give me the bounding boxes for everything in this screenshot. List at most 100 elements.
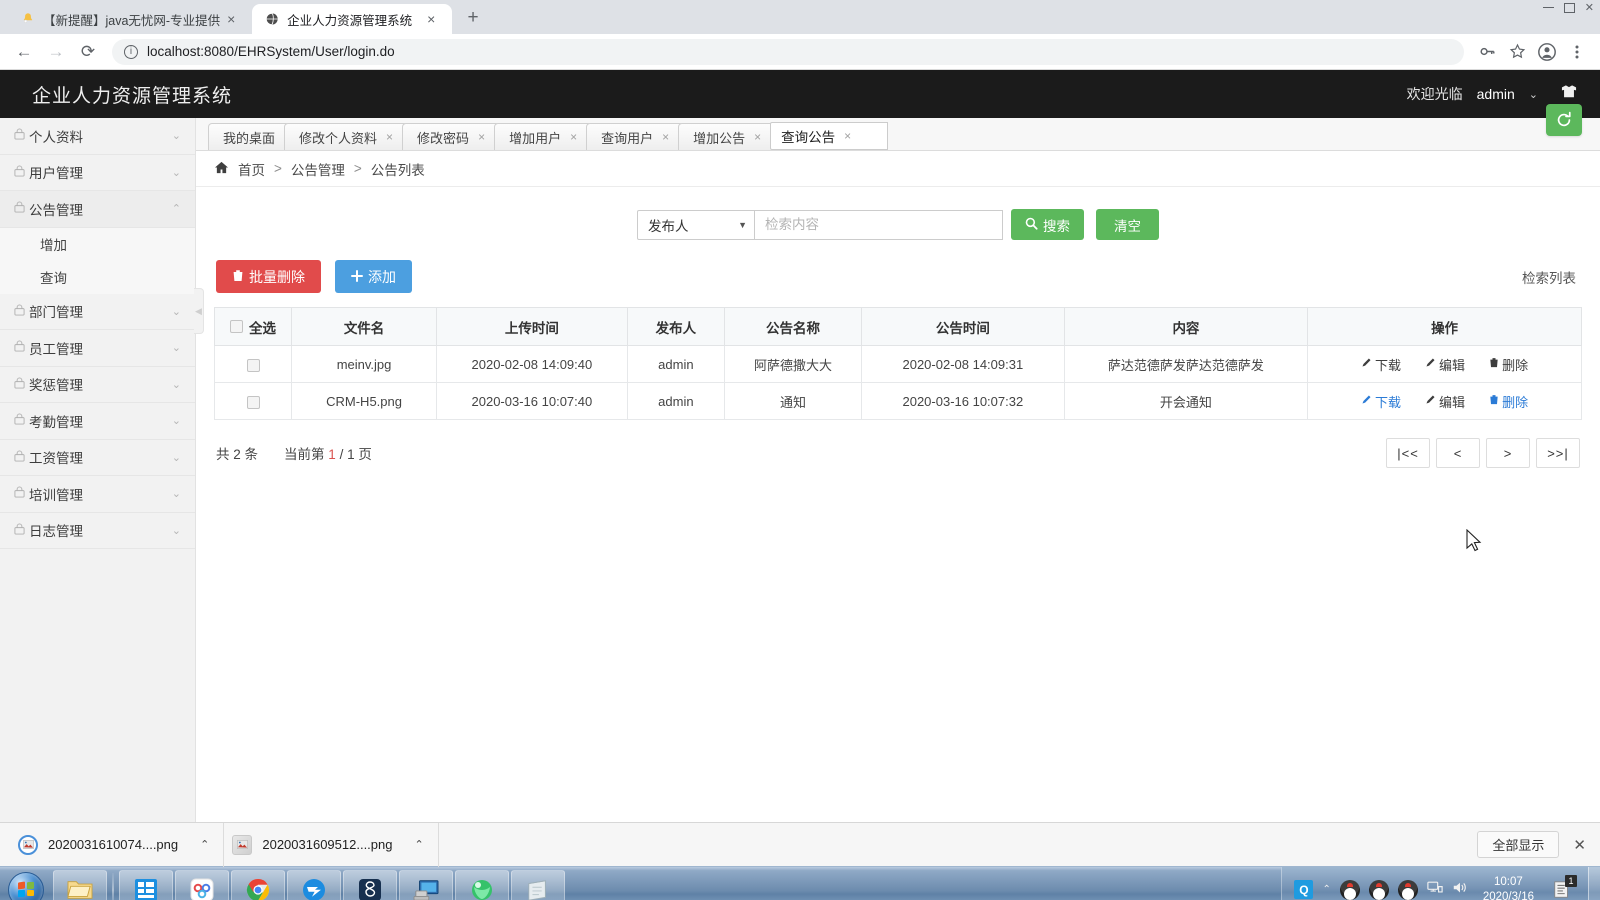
select-all-checkbox[interactable] bbox=[230, 320, 244, 333]
browser-tab-2-close-icon[interactable]: × bbox=[427, 12, 441, 26]
sidebar-item-department-management[interactable]: 部门管理 ⌄ bbox=[0, 293, 195, 330]
back-icon[interactable]: ← bbox=[10, 38, 38, 66]
last-page-button[interactable]: >>| bbox=[1536, 438, 1580, 468]
sidebar-label: 工资管理 bbox=[29, 451, 83, 467]
windows-start-icon[interactable] bbox=[0, 868, 52, 900]
download-item-1[interactable]: 2020031610074....png ⌃ bbox=[10, 822, 225, 867]
close-shelf-icon[interactable]: ✕ bbox=[1573, 836, 1590, 854]
address-bar[interactable]: i localhost:8080/EHRSystem/User/login.do bbox=[112, 38, 1464, 65]
delete-link[interactable]: 删除 bbox=[1489, 355, 1528, 374]
file-explorer-icon[interactable] bbox=[53, 869, 107, 900]
new-tab-button[interactable]: + bbox=[459, 4, 487, 32]
row-checkbox[interactable] bbox=[246, 358, 260, 372]
forward-icon[interactable]: → bbox=[42, 38, 70, 66]
notepad-icon[interactable] bbox=[511, 869, 565, 900]
chevron-up-icon[interactable]: ⌃ bbox=[200, 838, 209, 851]
site-info-icon[interactable]: i bbox=[124, 44, 138, 59]
search-field-select[interactable]: 发布人 ▼ bbox=[637, 209, 755, 240]
add-button[interactable]: 添加 bbox=[335, 260, 412, 293]
download-link[interactable]: 下载 bbox=[1361, 392, 1401, 411]
first-page-button[interactable]: |<< bbox=[1386, 438, 1430, 468]
sidebar-item-training-management[interactable]: 培训管理 ⌄ bbox=[0, 476, 195, 513]
breadcrumb-level2[interactable]: 公告管理 bbox=[291, 159, 345, 179]
action-center-icon[interactable]: 1 bbox=[1549, 874, 1577, 900]
qq-icon[interactable] bbox=[1339, 879, 1360, 900]
browser-tab-1-close-icon[interactable]: × bbox=[227, 12, 241, 26]
page-tab-strip: 我的桌面 修改个人资料 × 修改密码 × 增加用户 × 查询用户 × 增加公告 … bbox=[196, 104, 1600, 151]
profile-icon[interactable] bbox=[1534, 39, 1560, 65]
sidebar-subitem-query[interactable]: 查询 bbox=[0, 260, 195, 294]
sidebar-item-employee-management[interactable]: 员工管理 ⌄ bbox=[0, 330, 195, 367]
browser-tab-2[interactable]: 企业人力资源管理系统 × bbox=[252, 4, 453, 34]
chevron-down-icon[interactable]: ⌄ bbox=[1529, 88, 1538, 101]
reload-icon[interactable]: ⟳ bbox=[74, 38, 102, 66]
next-page-button[interactable]: > bbox=[1486, 438, 1530, 468]
chrome-icon[interactable] bbox=[231, 869, 285, 900]
network-icon[interactable] bbox=[1427, 880, 1443, 899]
browser-tab-1[interactable]: 【新提醒】java无忧网-专业提供 × bbox=[8, 4, 253, 34]
star-icon[interactable] bbox=[1504, 39, 1530, 65]
current-page-info: 当前第 1 / 1 页 bbox=[284, 443, 372, 463]
minimize-button[interactable] bbox=[1542, 6, 1554, 8]
sidebar-item-log-management[interactable]: 日志管理 ⌄ bbox=[0, 512, 195, 549]
batch-delete-button[interactable]: 批量删除 bbox=[216, 260, 321, 293]
remote-desktop-icon[interactable] bbox=[399, 869, 453, 900]
show-all-downloads-button[interactable]: 全部显示 bbox=[1477, 831, 1560, 858]
refresh-icon[interactable] bbox=[1546, 104, 1582, 136]
show-hidden-icons-chevron-icon[interactable]: ⌃ bbox=[1322, 884, 1330, 895]
edit-link[interactable]: 编辑 bbox=[1425, 355, 1465, 374]
app-blue-icon[interactable] bbox=[175, 869, 229, 900]
green-globe-icon[interactable] bbox=[455, 869, 509, 900]
delete-link[interactable]: 删除 bbox=[1489, 392, 1528, 411]
sidebar-item-attendance-management[interactable]: 考勤管理 ⌄ bbox=[0, 403, 195, 440]
action-toolbar: 批量删除 添加 检索列表 bbox=[214, 254, 1582, 307]
eight-icon[interactable] bbox=[343, 869, 397, 900]
sidebar-item-personal-info[interactable]: 个人资料 ⌄ bbox=[0, 118, 195, 155]
tab-close-icon[interactable]: × bbox=[844, 129, 851, 143]
sidebar-item-notice-management[interactable]: 公告管理 ⌃ bbox=[0, 191, 195, 228]
download-link[interactable]: 下载 bbox=[1361, 355, 1401, 374]
sidebar-item-salary-management[interactable]: 工资管理 ⌄ bbox=[0, 439, 195, 476]
chevron-up-icon[interactable]: ⌃ bbox=[415, 838, 424, 851]
breadcrumb: 首页 > 公告管理 > 公告列表 bbox=[196, 151, 1600, 187]
sidebar-item-reward-punishment-management[interactable]: 奖惩管理 ⌄ bbox=[0, 366, 195, 403]
kebab-menu-icon[interactable] bbox=[1564, 39, 1590, 65]
tab-change-password[interactable]: 修改密码 × bbox=[402, 123, 501, 150]
tab-edit-profile[interactable]: 修改个人资料 × bbox=[284, 123, 409, 150]
tab-add-notice[interactable]: 增加公告 × bbox=[678, 123, 777, 150]
show-desktop-button[interactable] bbox=[1588, 866, 1600, 900]
tab-close-icon[interactable]: × bbox=[478, 130, 485, 144]
tab-close-icon[interactable]: × bbox=[662, 130, 669, 144]
search-button[interactable]: 搜索 bbox=[1011, 209, 1084, 240]
sidebar-item-user-management[interactable]: 用户管理 ⌄ bbox=[0, 154, 195, 191]
maximize-button[interactable] bbox=[1563, 3, 1575, 13]
close-window-button[interactable]: ✕ bbox=[1585, 2, 1594, 14]
search-input[interactable] bbox=[755, 209, 1003, 240]
qq-icon[interactable] bbox=[1368, 879, 1389, 900]
volume-icon[interactable] bbox=[1452, 880, 1468, 899]
edit-link[interactable]: 编辑 bbox=[1425, 392, 1465, 411]
username-label[interactable]: admin bbox=[1477, 86, 1515, 102]
xunlei-icon[interactable] bbox=[287, 869, 341, 900]
key-icon[interactable] bbox=[1474, 39, 1500, 65]
shirt-icon[interactable] bbox=[1560, 84, 1578, 104]
tab-close-icon[interactable]: × bbox=[570, 130, 577, 144]
tab-query-user[interactable]: 查询用户 × bbox=[586, 123, 685, 150]
tab-add-user[interactable]: 增加用户 × bbox=[494, 123, 593, 150]
prev-page-button[interactable]: < bbox=[1436, 438, 1480, 468]
qq-browser-icon[interactable]: Q bbox=[1294, 880, 1314, 899]
delete-label: 删除 bbox=[1502, 394, 1529, 410]
tab-close-icon[interactable]: × bbox=[754, 130, 761, 144]
download-item-2[interactable]: 2020031609512....png ⌃ bbox=[224, 822, 439, 867]
tab-query-notice[interactable]: 查询公告 × bbox=[770, 122, 889, 150]
row-checkbox[interactable] bbox=[246, 395, 260, 409]
clock[interactable]: 10:07 2020/3/16 bbox=[1477, 875, 1540, 900]
tab-close-icon[interactable]: × bbox=[386, 130, 393, 144]
media-player-icon[interactable] bbox=[119, 869, 173, 900]
tab-my-desktop[interactable]: 我的桌面 bbox=[208, 123, 291, 150]
sidebar-collapse-icon[interactable]: ◀ bbox=[194, 288, 204, 334]
sidebar-subitem-add[interactable]: 增加 bbox=[0, 227, 195, 261]
breadcrumb-home[interactable]: 首页 bbox=[238, 159, 265, 179]
qq-icon[interactable] bbox=[1397, 879, 1418, 900]
clear-button[interactable]: 清空 bbox=[1096, 209, 1159, 240]
